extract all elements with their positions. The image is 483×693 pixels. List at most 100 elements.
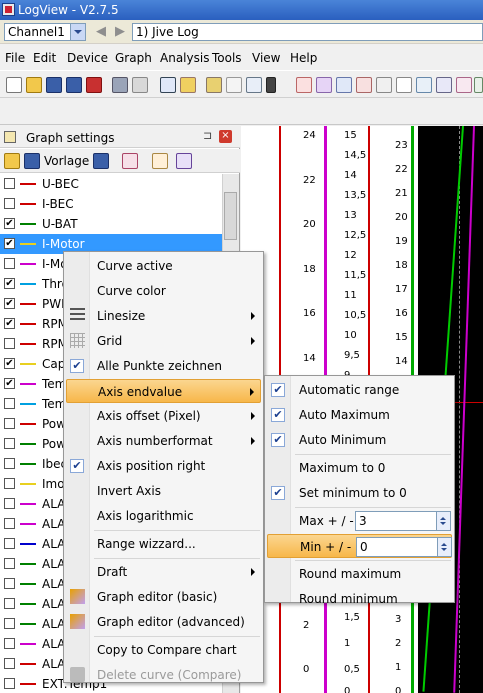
curve-checkbox[interactable] (4, 398, 15, 409)
curve-checkbox[interactable]: ✔ (4, 278, 15, 289)
menu-analysis[interactable]: Analysis (160, 51, 209, 65)
curve-editor-icon[interactable] (122, 153, 138, 169)
curve-checkbox[interactable] (4, 498, 15, 509)
menu-graph[interactable]: Graph (115, 51, 152, 65)
zoom-icon[interactable] (246, 77, 262, 93)
submenu-item-maximum-to-0[interactable]: Maximum to 0 (267, 456, 452, 480)
curve-checkbox[interactable] (4, 178, 15, 189)
window-icon[interactable] (336, 77, 352, 93)
save-icon[interactable] (46, 77, 62, 93)
spin-input[interactable]: 3 (355, 511, 451, 531)
submenu-item-max[interactable]: Max + / -3 (267, 509, 452, 533)
export-icon[interactable] (86, 77, 102, 93)
analysis-icon[interactable] (436, 77, 452, 93)
copy-icon[interactable] (132, 77, 148, 93)
menu-item-graph-editor-basic[interactable]: Graph editor (basic) (66, 585, 261, 609)
curve-checkbox[interactable]: ✔ (4, 378, 15, 389)
device-dropdown-icon[interactable] (226, 77, 242, 93)
curve-checkbox[interactable] (4, 598, 15, 609)
curve-checkbox[interactable] (4, 418, 15, 429)
submenu-item-round-minimum[interactable]: Round minimum (267, 587, 452, 611)
curve-icon[interactable] (316, 77, 332, 93)
device-icon[interactable] (206, 77, 222, 93)
curve-checkbox[interactable] (4, 538, 15, 549)
dropdown-arrow-icon[interactable] (266, 77, 276, 93)
curve-checkbox[interactable] (4, 438, 15, 449)
curve-checkbox[interactable] (4, 258, 15, 269)
curve-checkbox[interactable]: ✔ (4, 318, 15, 329)
curve-checkbox[interactable] (4, 558, 15, 569)
curve-row[interactable]: U-BEC (0, 174, 222, 194)
save-template-icon[interactable] (93, 153, 109, 169)
submenu-item-auto-minimum[interactable]: ✔ Auto Minimum (267, 428, 452, 452)
curve-checkbox[interactable] (4, 518, 15, 529)
new-file-icon[interactable] (6, 77, 22, 93)
print-icon[interactable] (180, 77, 196, 93)
curve-checkbox[interactable] (4, 458, 15, 469)
clock-icon[interactable] (396, 77, 412, 93)
pin-icon[interactable]: ⊐ (203, 130, 215, 142)
menu-item-axis-position-right[interactable]: ✔ Axis position right (66, 454, 261, 478)
curve-row[interactable]: I-BEC (0, 194, 222, 214)
menu-edit[interactable]: Edit (33, 51, 56, 65)
menu-item-alle-punkte-zeichnen[interactable]: ✔ Alle Punkte zeichnen (66, 354, 261, 378)
graph-editor-advanced-icon[interactable] (176, 153, 192, 169)
more-tools-icon[interactable] (474, 77, 483, 93)
menu-file[interactable]: File (5, 51, 25, 65)
spin-input[interactable]: 0 (356, 537, 452, 557)
submenu-item-automatic-range[interactable]: ✔ Automatic range (267, 378, 452, 402)
menu-item-draft[interactable]: Draft (66, 560, 261, 584)
menu-device[interactable]: Device (67, 51, 108, 65)
curve-checkbox[interactable]: ✔ (4, 218, 15, 229)
menu-item-curve-active[interactable]: Curve active (66, 254, 261, 278)
menu-item-curve-color[interactable]: Curve color (66, 279, 261, 303)
graph-editor-icon[interactable] (152, 153, 168, 169)
log-selector[interactable]: 1) Jive Log (132, 23, 483, 41)
bars-icon[interactable] (356, 77, 372, 93)
submenu-item-min[interactable]: Min + / -0 (267, 534, 452, 558)
menu-item-copy-to-compare-chart[interactable]: Copy to Compare chart (66, 638, 261, 662)
save-icon[interactable] (24, 153, 40, 169)
menu-item-axis-numberformat[interactable]: Axis numberformat (66, 429, 261, 453)
curve-checkbox[interactable]: ✔ (4, 238, 15, 249)
curve-checkbox[interactable]: ✔ (4, 358, 15, 369)
scrollbar-thumb[interactable] (224, 192, 237, 240)
curve-checkbox[interactable] (4, 658, 15, 669)
measure-icon[interactable] (456, 77, 472, 93)
menu-item-axis-endvalue[interactable]: Axis endvalue (66, 379, 261, 403)
template-label[interactable]: Vorlage (44, 154, 89, 168)
menu-item-axis-logarithmic[interactable]: Axis logarithmic (66, 504, 261, 528)
curve-checkbox[interactable] (4, 338, 15, 349)
marker-icon[interactable] (416, 77, 432, 93)
curve-checkbox[interactable] (4, 478, 15, 489)
channel-select[interactable]: Channel1 (4, 23, 86, 41)
menu-item-invert-axis[interactable]: Invert Axis (66, 479, 261, 503)
menu-help[interactable]: Help (290, 51, 317, 65)
spinner-arrows-icon[interactable] (437, 538, 451, 556)
curve-row[interactable]: ✔ U-BAT (0, 214, 222, 234)
submenu-item-round-maximum[interactable]: Round maximum (267, 562, 452, 586)
menu-item-range-wizzard[interactable]: Range wizzard... (66, 532, 261, 556)
menu-view[interactable]: View (252, 51, 280, 65)
submenu-item-auto-maximum[interactable]: ✔ Auto Maximum (267, 403, 452, 427)
chevron-down-icon[interactable] (70, 24, 85, 40)
chart-settings-icon[interactable] (160, 77, 176, 93)
curve-checkbox[interactable]: ✔ (4, 298, 15, 309)
close-icon[interactable]: × (219, 130, 232, 143)
cursor-icon[interactable] (296, 77, 312, 93)
menu-item-linesize[interactable]: Linesize (66, 304, 261, 328)
menu-item-graph-editor-advanced[interactable]: Graph editor (advanced) (66, 610, 261, 634)
curve-checkbox[interactable] (4, 638, 15, 649)
menu-item-grid[interactable]: Grid (66, 329, 261, 353)
forward-arrow-icon[interactable]: ▶ (113, 25, 127, 39)
table-icon[interactable] (376, 77, 392, 93)
curve-checkbox[interactable] (4, 578, 15, 589)
curve-checkbox[interactable] (4, 678, 15, 689)
save-as-icon[interactable] (66, 77, 82, 93)
menu-item-axis-offset-pixel[interactable]: Axis offset (Pixel) (66, 404, 261, 428)
submenu-item-set-minimum-to-0[interactable]: ✔ Set minimum to 0 (267, 481, 452, 505)
open-folder-icon[interactable] (4, 153, 20, 169)
menu-tools[interactable]: Tools (212, 51, 242, 65)
spinner-arrows-icon[interactable] (436, 512, 450, 530)
back-arrow-icon[interactable]: ◀ (94, 25, 108, 39)
